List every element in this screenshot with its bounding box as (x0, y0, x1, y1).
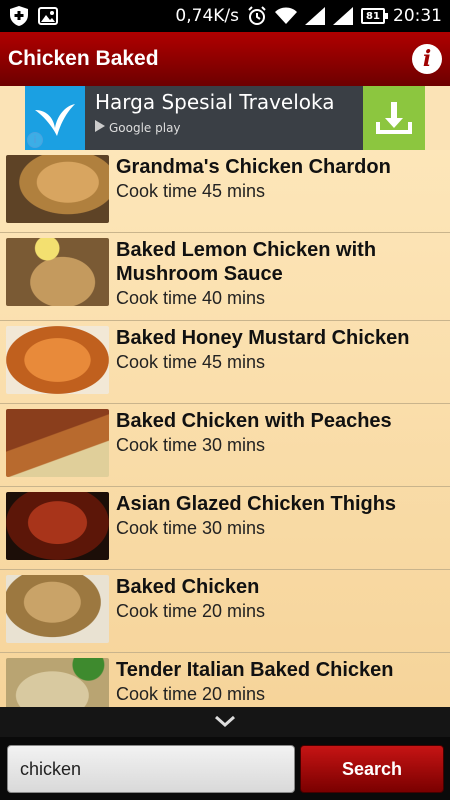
ad-title: Harga Spesial Traveloka (95, 90, 335, 114)
recipe-cook-time: Cook time 20 mins (116, 601, 266, 621)
recipe-title: Baked Lemon Chicken with Mushroom Sauce (116, 239, 377, 285)
recipe-cook-time: Cook time 30 mins (116, 518, 266, 538)
list-item[interactable]: Tender Italian Baked Chicken Cook time 2… (0, 653, 450, 707)
list-item[interactable]: Baked Chicken with Peaches Cook time 30 … (0, 404, 450, 487)
recipe-thumbnail (6, 409, 109, 477)
recipe-list[interactable]: Grandma's Chicken Chardon Cook time 45 m… (0, 150, 450, 707)
app-bar: Chicken Baked i (0, 32, 450, 86)
signal-icon (333, 7, 353, 25)
google-play-badge: Google play (95, 120, 353, 135)
ad-banner[interactable]: Harga Spesial Traveloka Google play i (25, 86, 425, 150)
image-icon (38, 7, 58, 25)
recipe-thumbnail (6, 238, 109, 306)
list-item[interactable]: Asian Glazed Chicken Thighs Cook time 30… (0, 487, 450, 570)
signal-icon (305, 7, 325, 25)
play-icon (95, 120, 105, 135)
chevron-down-icon[interactable] (214, 713, 236, 732)
list-item[interactable]: Baked Chicken Cook time 20 mins (0, 570, 450, 653)
search-button[interactable]: Search (300, 745, 444, 793)
page-title: Chicken Baked (8, 47, 159, 70)
recipe-thumbnail (6, 155, 109, 223)
recipe-thumbnail (6, 492, 109, 560)
recipe-thumbnail (6, 326, 109, 394)
recipe-title: Baked Chicken with Peaches (116, 410, 392, 432)
recipe-title: Baked Honey Mustard Chicken (116, 327, 410, 349)
download-icon[interactable] (363, 86, 425, 150)
ad-banner-area: Harga Spesial Traveloka Google play i (0, 86, 450, 150)
shield-plus-icon (10, 6, 28, 26)
recipe-cook-time: Cook time 45 mins (116, 352, 266, 372)
search-bar: Search (0, 737, 450, 800)
search-input[interactable] (7, 745, 295, 793)
battery-level: 81 (366, 10, 380, 22)
info-icon[interactable]: i (412, 44, 442, 74)
list-item[interactable]: Baked Lemon Chicken with Mushroom Sauce … (0, 233, 450, 321)
ad-info-icon[interactable]: i (27, 132, 43, 148)
recipe-cook-time: Cook time 30 mins (116, 435, 266, 455)
wifi-icon (275, 7, 297, 25)
recipe-thumbnail (6, 575, 109, 643)
recipe-title: Grandma's Chicken Chardon (116, 156, 391, 178)
battery-icon: 81 (361, 8, 388, 24)
clock: 20:31 (393, 6, 442, 26)
list-item[interactable]: Baked Honey Mustard Chicken Cook time 45… (0, 321, 450, 404)
status-bar: 0,74K/s 81 20:31 (0, 0, 450, 32)
recipe-title: Asian Glazed Chicken Thighs (116, 493, 397, 515)
recipe-title: Baked Chicken (116, 576, 260, 598)
collapse-bar[interactable] (0, 707, 450, 737)
list-item[interactable]: Grandma's Chicken Chardon Cook time 45 m… (0, 150, 450, 233)
recipe-thumbnail (6, 658, 109, 707)
recipe-cook-time: Cook time 40 mins (116, 288, 266, 308)
ad-store-label: Google play (109, 120, 181, 135)
recipe-cook-time: Cook time 20 mins (116, 684, 266, 704)
alarm-icon (247, 6, 267, 26)
network-speed: 0,74K/s (175, 6, 239, 26)
recipe-cook-time: Cook time 45 mins (116, 181, 266, 201)
recipe-title: Tender Italian Baked Chicken (116, 659, 394, 681)
